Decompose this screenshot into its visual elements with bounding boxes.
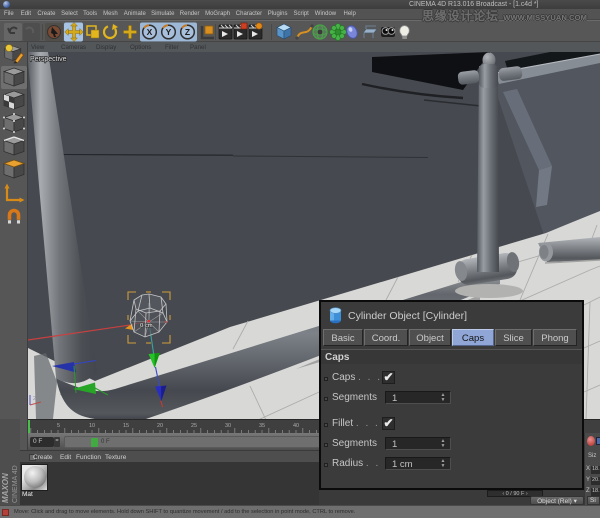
svg-text:15: 15	[123, 423, 129, 429]
svg-text:CINEMA 4D: CINEMA 4D	[12, 465, 19, 503]
svg-text:10: 10	[89, 423, 95, 429]
svg-text:2: 2	[33, 396, 36, 402]
svg-text:0 cm: 0 cm	[140, 323, 153, 329]
svg-text:25: 25	[191, 423, 197, 429]
svg-text:Perspective: Perspective	[30, 56, 67, 63]
svg-text:30: 30	[225, 423, 231, 429]
svg-text:35: 35	[259, 423, 265, 429]
svg-text:40: 40	[293, 423, 299, 429]
svg-text:MAXON: MAXON	[1, 473, 10, 503]
svg-text:20: 20	[157, 423, 163, 429]
svg-text:5: 5	[57, 423, 60, 429]
